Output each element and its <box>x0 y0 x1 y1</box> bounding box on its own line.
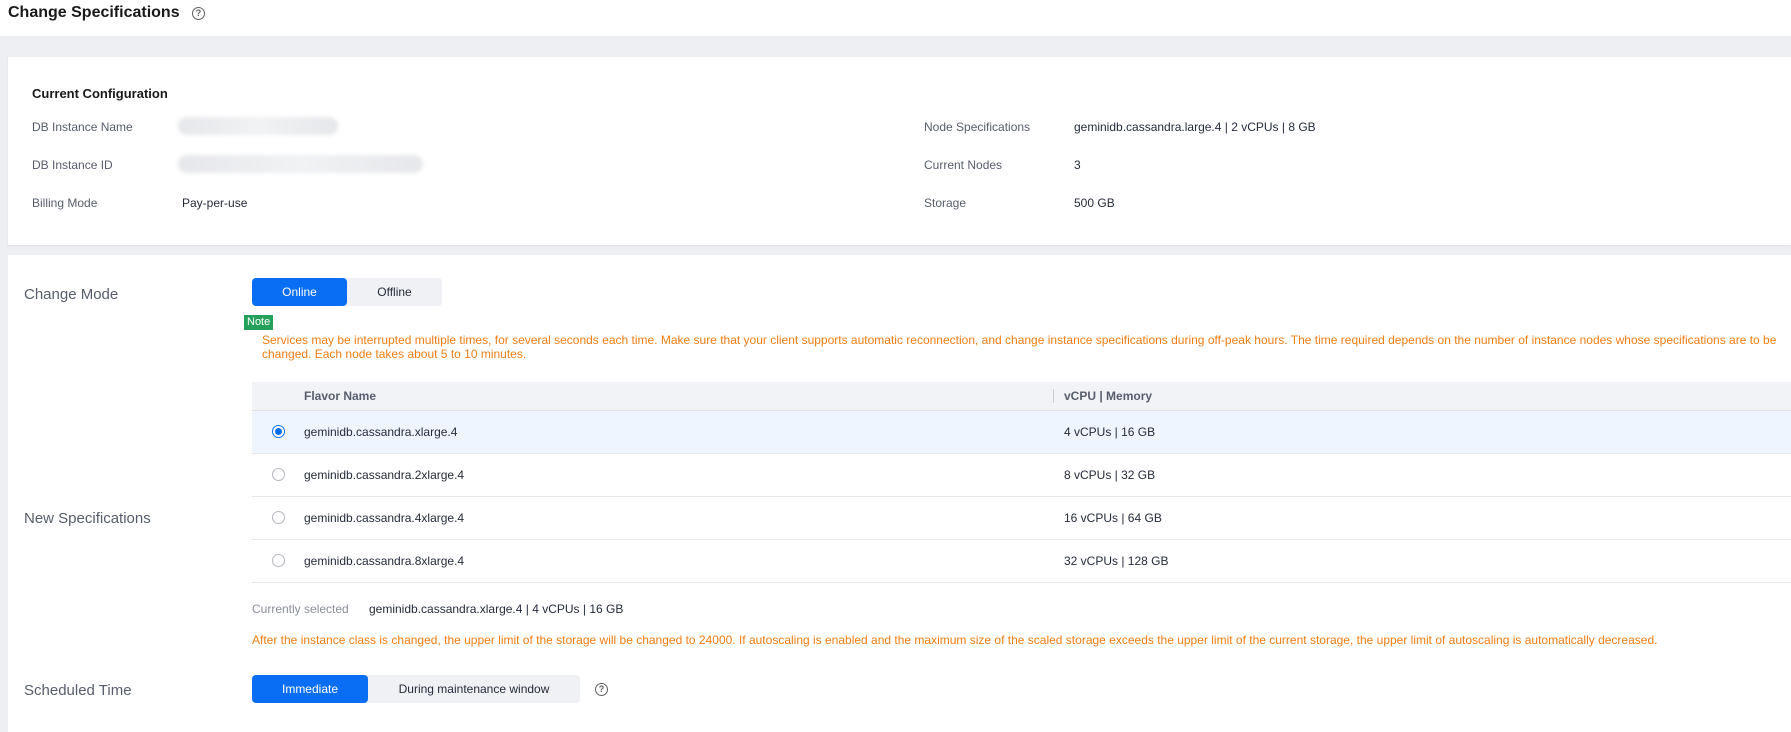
db-instance-name-value <box>178 117 338 135</box>
scheduled-time-toggle: Immediate During maintenance window <box>252 675 580 703</box>
column-divider <box>1053 389 1054 403</box>
flavor-radio[interactable] <box>272 554 285 567</box>
vcpu-memory: 32 vCPUs | 128 GB <box>1064 554 1169 568</box>
current-configuration-card: Current Configuration DB Instance Name D… <box>8 57 1791 245</box>
new-specifications-label: New Specifications <box>24 510 151 527</box>
column-flavor-name: Flavor Name <box>304 389 377 403</box>
flavor-radio[interactable] <box>272 468 285 481</box>
scheduled-time-label: Scheduled Time <box>24 682 132 699</box>
table-row[interactable]: geminidb.cassandra.xlarge.4 4 vCPUs | 16… <box>252 411 1791 454</box>
node-specifications-label: Node Specifications <box>924 120 1031 134</box>
page-title: Change Specifications <box>8 4 180 21</box>
question-circle-icon[interactable]: ? <box>595 683 608 696</box>
flavor-radio[interactable] <box>272 425 285 438</box>
storage-value: 500 GB <box>1074 196 1115 210</box>
flavor-name: geminidb.cassandra.8xlarge.4 <box>304 554 465 568</box>
scheduled-maintenance-window-button[interactable]: During maintenance window <box>368 675 580 703</box>
node-specifications-value: geminidb.cassandra.large.4 | 2 vCPUs | 8… <box>1074 120 1316 134</box>
question-circle-icon[interactable]: ? <box>192 7 205 20</box>
table-row[interactable]: geminidb.cassandra.2xlarge.4 8 vCPUs | 3… <box>252 454 1791 497</box>
note-text: Services may be interrupted multiple tim… <box>262 333 1777 361</box>
currently-selected-label: Currently selected <box>252 602 349 616</box>
vcpu-memory: 4 vCPUs | 16 GB <box>1064 425 1156 439</box>
change-mode-label: Change Mode <box>24 286 119 303</box>
current-nodes-value: 3 <box>1074 158 1081 172</box>
table-header: Flavor Name vCPU | Memory <box>252 382 1791 411</box>
current-nodes-label: Current Nodes <box>924 158 1003 172</box>
db-instance-name-label: DB Instance Name <box>32 120 133 134</box>
flavor-name: geminidb.cassandra.xlarge.4 <box>304 425 458 439</box>
change-mode-offline-button[interactable]: Offline <box>347 278 442 306</box>
note-badge: Note <box>244 315 274 330</box>
current-configuration-title: Current Configuration <box>32 86 168 101</box>
billing-mode-value: Pay-per-use <box>182 196 248 210</box>
storage-label: Storage <box>924 196 967 210</box>
table-row[interactable]: geminidb.cassandra.4xlarge.4 16 vCPUs | … <box>252 497 1791 540</box>
flavor-radio[interactable] <box>272 511 285 524</box>
page-header: Change Specifications ? <box>0 0 1791 36</box>
column-vcpu-memory: vCPU | Memory <box>1064 389 1153 403</box>
vcpu-memory: 16 vCPUs | 64 GB <box>1064 511 1162 525</box>
specifications-table: Flavor Name vCPU | Memory geminidb.cassa… <box>252 382 1791 583</box>
billing-mode-label: Billing Mode <box>32 196 98 210</box>
storage-limit-warning: After the instance class is changed, the… <box>252 633 1658 647</box>
scheduled-immediate-button[interactable]: Immediate <box>252 675 368 703</box>
db-instance-id-label: DB Instance ID <box>32 158 113 172</box>
table-row[interactable]: geminidb.cassandra.8xlarge.4 32 vCPUs | … <box>252 540 1791 583</box>
change-mode-online-button[interactable]: Online <box>252 278 347 306</box>
vcpu-memory: 8 vCPUs | 32 GB <box>1064 468 1156 482</box>
change-mode-toggle: Online Offline <box>252 278 442 306</box>
flavor-name: geminidb.cassandra.4xlarge.4 <box>304 511 465 525</box>
flavor-name: geminidb.cassandra.2xlarge.4 <box>304 468 465 482</box>
currently-selected-value: geminidb.cassandra.xlarge.4 | 4 vCPUs | … <box>369 602 624 616</box>
db-instance-id-value <box>178 155 423 173</box>
